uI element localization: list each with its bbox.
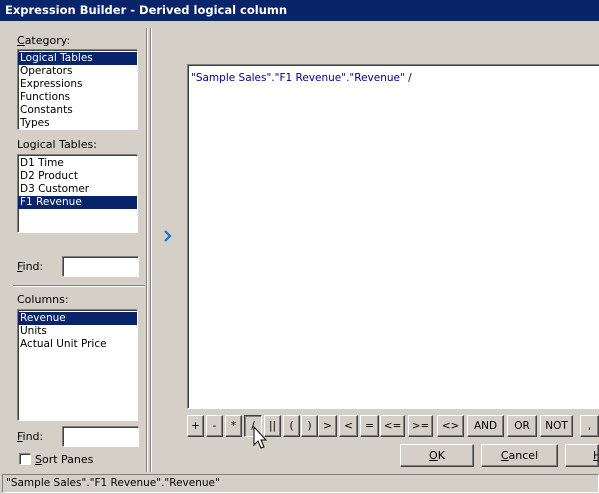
insert-button[interactable] xyxy=(161,228,175,244)
find-tables-label-text: ind: xyxy=(22,260,44,273)
ok-button[interactable]: OK xyxy=(400,444,474,467)
expression-editor[interactable]: "Sample Sales"."F1 Revenue"."Revenue" / xyxy=(187,64,599,409)
pointer-cursor-icon xyxy=(253,426,267,449)
category-list-item[interactable]: Logical Tables xyxy=(18,52,137,65)
help-button-label: H xyxy=(593,449,598,462)
operator-button[interactable]: <= xyxy=(380,415,405,437)
operator-button[interactable]: >= xyxy=(408,415,433,437)
find-columns-label: Find: xyxy=(17,430,44,443)
operator-button[interactable]: , xyxy=(580,415,599,437)
columns-list-item[interactable]: Revenue xyxy=(18,312,137,325)
find-columns-input[interactable] xyxy=(62,426,139,447)
pane-splitter-right xyxy=(150,28,152,472)
category-list-item[interactable]: Types xyxy=(18,117,137,129)
category-list[interactable]: Logical Tables Operators Expressions Functi… xyxy=(17,49,138,130)
find-tables-input[interactable] xyxy=(62,256,139,277)
cancel-button[interactable]: Cancel xyxy=(481,444,558,467)
operator-button[interactable]: AND xyxy=(467,415,504,437)
category-label-text: ategory: xyxy=(24,34,71,47)
operator-button[interactable]: = xyxy=(360,415,379,437)
columns-list-item[interactable]: Units xyxy=(18,325,137,338)
find-tables-label: Find: xyxy=(17,260,44,273)
sort-panes-label[interactable]: Sort Panes xyxy=(35,453,93,466)
category-label: Category: xyxy=(17,34,71,47)
operator-button[interactable]: NOT xyxy=(540,415,573,437)
logical-tables-list[interactable]: D1 Time D2 Product D3 Customer F1 Revenue xyxy=(17,154,138,233)
operator-button[interactable]: - xyxy=(206,415,223,437)
category-list-item[interactable]: Operators xyxy=(18,65,137,78)
columns-label: Columns: xyxy=(17,293,69,306)
logical-tables-list-item[interactable]: D2 Product xyxy=(18,170,137,183)
category-list-item[interactable]: Constants xyxy=(18,104,137,117)
chevron-right-icon xyxy=(164,230,172,242)
cancel-button-label: ancel xyxy=(508,449,539,462)
logical-tables-list-item[interactable]: F1 Revenue xyxy=(18,196,137,209)
sort-panes-checkbox[interactable] xyxy=(19,453,31,465)
help-button[interactable]: H xyxy=(565,444,599,467)
ok-button-label: K xyxy=(437,449,445,462)
pane-splitter-left xyxy=(146,28,148,472)
operator-button[interactable]: OR xyxy=(507,415,537,437)
left-pane-divider xyxy=(13,285,145,287)
category-list-item[interactable]: Functions xyxy=(18,91,137,104)
find-columns-label-text: ind: xyxy=(22,430,44,443)
columns-list[interactable]: Revenue Units Actual Unit Price xyxy=(17,309,138,421)
operator-button[interactable]: ( xyxy=(283,415,300,437)
operator-button[interactable]: * xyxy=(225,415,242,437)
logical-tables-label: Logical Tables: xyxy=(17,138,97,151)
logical-tables-list-item[interactable]: D1 Time xyxy=(18,157,137,170)
expression-text: "Sample Sales"."F1 Revenue"."Revenue" / xyxy=(191,72,412,84)
logical-tables-list-item[interactable]: D3 Customer xyxy=(18,183,137,196)
operator-button[interactable]: < xyxy=(339,415,358,437)
window-title: Expression Builder - Derived logical col… xyxy=(0,0,599,21)
sort-panes-label-text: ort Panes xyxy=(41,453,94,466)
columns-list-item[interactable]: Actual Unit Price xyxy=(18,338,137,351)
operator-button[interactable]: ) xyxy=(301,415,318,437)
operator-button[interactable]: > xyxy=(318,415,337,437)
operator-button[interactable]: + xyxy=(187,415,204,437)
operator-button[interactable]: <> xyxy=(437,415,464,437)
status-bar: "Sample Sales"."F1 Revenue"."Revenue" xyxy=(2,474,599,493)
category-list-item[interactable]: Expressions xyxy=(18,78,137,91)
